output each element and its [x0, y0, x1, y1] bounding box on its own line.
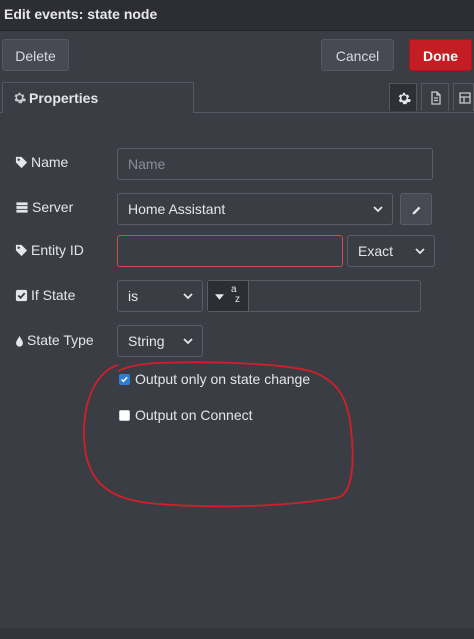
server-label-text: Server	[32, 199, 74, 215]
if-state-typed-input[interactable]: a z	[207, 280, 421, 312]
checkbox-checked-icon	[15, 289, 28, 302]
chevron-down-icon	[183, 338, 193, 345]
state-type-label-text: State Type	[27, 332, 94, 348]
tab-description[interactable]	[421, 83, 449, 111]
tab-properties-label: Properties	[29, 90, 99, 106]
output-on-connect-label[interactable]: Output on Connect	[135, 407, 253, 423]
done-button[interactable]: Done	[409, 39, 472, 71]
name-label: Name	[15, 152, 68, 172]
if-state-operator-select[interactable]: is	[117, 280, 203, 312]
server-label: Server	[15, 197, 73, 217]
chevron-down-icon	[373, 206, 383, 213]
chevron-down-icon	[415, 248, 425, 255]
if-state-label-text: If State	[31, 287, 76, 303]
name-input[interactable]	[117, 148, 433, 180]
output-on-connect-checkbox[interactable]	[119, 410, 130, 421]
drop-icon	[16, 335, 23, 347]
gear-icon	[398, 92, 411, 105]
gear-icon	[14, 92, 26, 104]
dialog-footer	[0, 628, 474, 639]
entity-id-label: Entity ID	[15, 240, 84, 260]
if-state-label: If State	[15, 285, 75, 305]
entity-match-select[interactable]: Exact	[347, 235, 435, 267]
state-type-select[interactable]: String	[117, 325, 203, 357]
tag-icon	[15, 244, 28, 257]
tab-appearance[interactable]	[453, 83, 474, 111]
file-text-icon	[431, 91, 441, 105]
state-type-value: String	[128, 333, 165, 349]
tab-properties[interactable]: Properties	[2, 82, 194, 113]
layout-icon	[459, 92, 471, 104]
pencil-icon	[412, 206, 421, 215]
dialog-titlebar: Edit events: state node	[0, 0, 474, 31]
caret-down-icon	[215, 294, 224, 300]
output-only-on-change-label[interactable]: Output only on state change	[135, 371, 310, 387]
state-type-label: State Type	[15, 330, 94, 350]
check-icon	[121, 376, 128, 383]
chevron-down-icon	[183, 293, 193, 300]
dialog-title: Edit events: state node	[4, 6, 158, 22]
output-only-on-change-checkbox[interactable]	[119, 374, 130, 385]
entity-id-input[interactable]	[117, 235, 343, 267]
server-icon	[16, 202, 28, 213]
tag-icon	[15, 156, 28, 169]
cancel-button[interactable]: Cancel	[321, 39, 394, 71]
string-type-icon: a z	[231, 285, 240, 305]
entity-match-value: Exact	[358, 243, 394, 259]
value-type-button[interactable]: a z	[208, 281, 249, 311]
edit-server-button[interactable]	[400, 193, 432, 225]
entity-id-label-text: Entity ID	[31, 242, 84, 258]
string-type-glyph-bottom: z	[235, 294, 240, 305]
delete-button[interactable]: Delete	[2, 39, 69, 71]
name-label-text: Name	[31, 154, 69, 170]
server-select[interactable]: Home Assistant	[117, 193, 393, 225]
if-state-operator-value: is	[128, 288, 139, 304]
server-select-value: Home Assistant	[128, 201, 226, 217]
tab-settings[interactable]	[389, 83, 417, 111]
